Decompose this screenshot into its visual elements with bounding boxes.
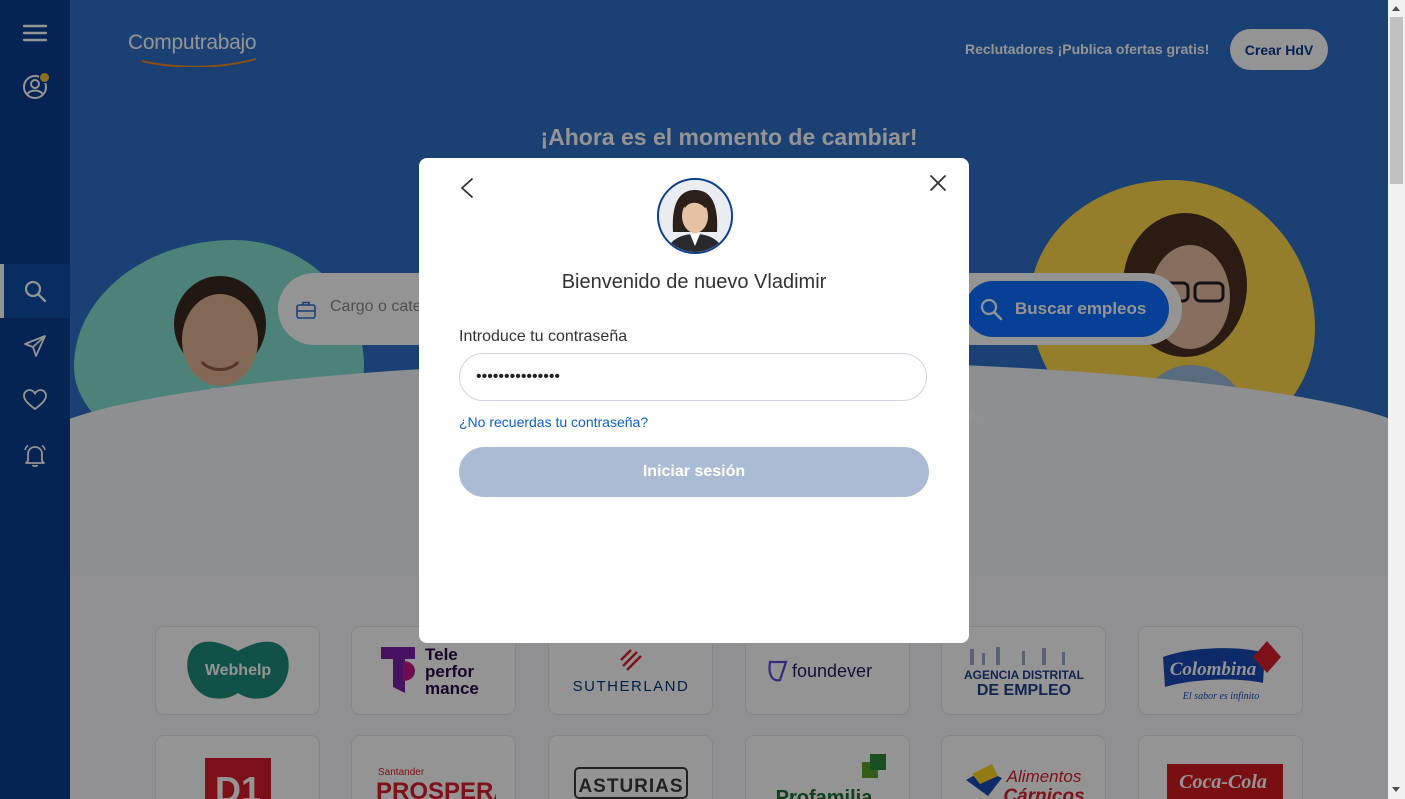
login-button[interactable]: Iniciar sesión [459, 447, 929, 497]
forgot-password-link[interactable]: ¿No recuerdas tu contraseña? [459, 414, 648, 430]
password-label: Introduce tu contraseña [459, 328, 628, 345]
scroll-up-arrow[interactable] [1392, 6, 1400, 11]
welcome-message: Bienvenido de nuevo Vladimir [561, 271, 827, 293]
chevron-left-icon[interactable] [457, 176, 479, 200]
scroll-thumb[interactable] [1390, 17, 1403, 184]
scroll-down-arrow[interactable] [1392, 787, 1400, 792]
login-modal: Bienvenido de nuevo Vladimir Introduce t… [419, 158, 969, 643]
user-avatar-image [659, 180, 731, 252]
profile-photo [657, 178, 733, 254]
close-icon[interactable] [927, 172, 949, 194]
password-input[interactable] [459, 353, 927, 401]
